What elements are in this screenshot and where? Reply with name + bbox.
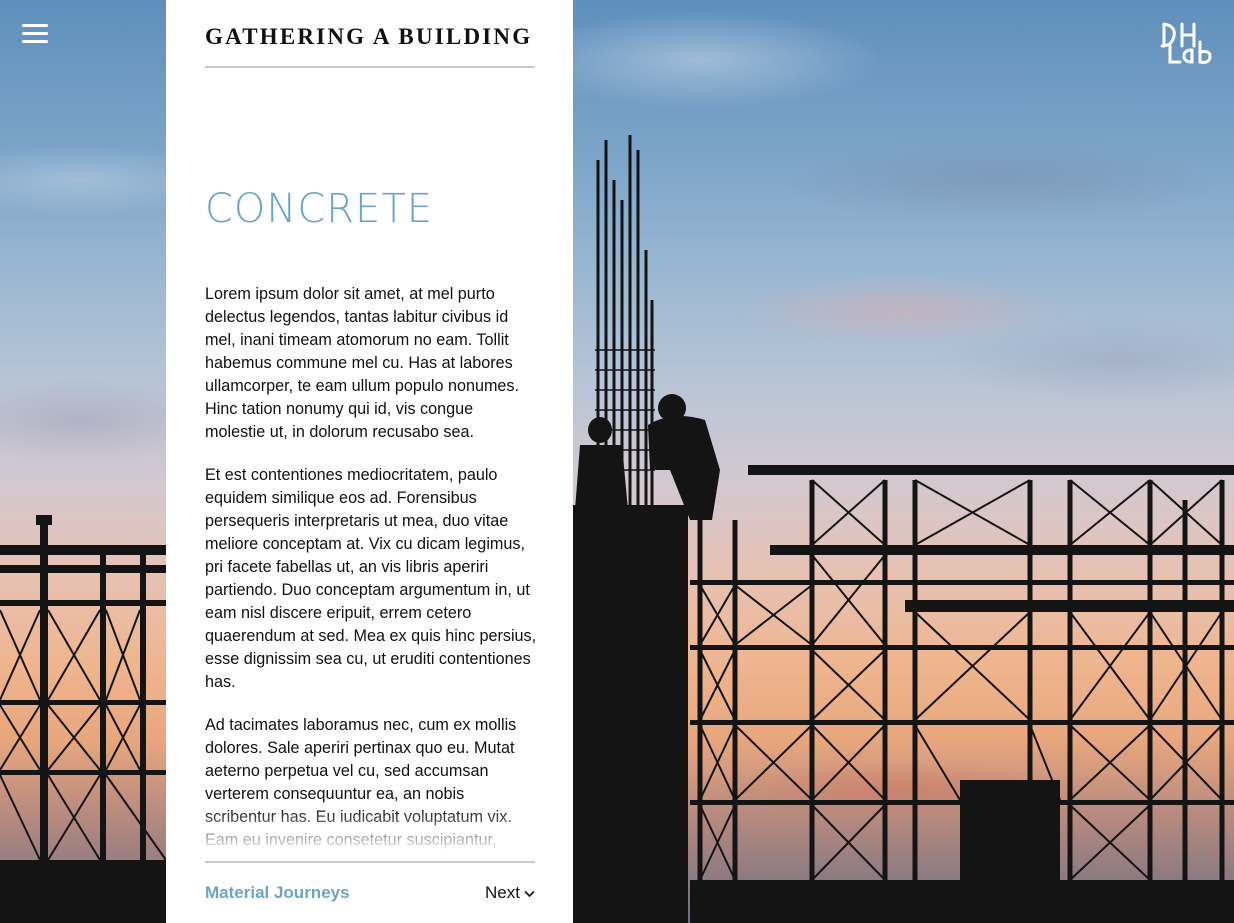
title-divider — [205, 66, 535, 68]
next-button[interactable]: Next — [485, 883, 535, 903]
dh-lab-logo[interactable] — [1158, 20, 1216, 66]
article-paragraph: Et est contentiones mediocritatem, paulo… — [205, 466, 537, 691]
site-title[interactable]: GATHERING A BUILDING — [205, 24, 535, 50]
chevron-down-icon — [524, 890, 535, 898]
background-photo: GATHERING A BUILDING CONCRETE Lorem ipsu… — [0, 0, 1234, 923]
content-panel: GATHERING A BUILDING CONCRETE Lorem ipsu… — [166, 0, 573, 923]
footer-divider — [205, 861, 535, 863]
hamburger-menu-icon[interactable] — [22, 24, 48, 44]
scroll-fade — [205, 808, 540, 852]
article-paragraph: Lorem ipsum dolor sit amet, at mel purto… — [205, 285, 520, 441]
article-body[interactable]: Lorem ipsum dolor sit amet, at mel purto… — [205, 283, 537, 849]
next-label: Next — [485, 883, 520, 902]
section-heading: CONCRETE — [205, 186, 434, 232]
material-journeys-link[interactable]: Material Journeys — [205, 883, 350, 903]
